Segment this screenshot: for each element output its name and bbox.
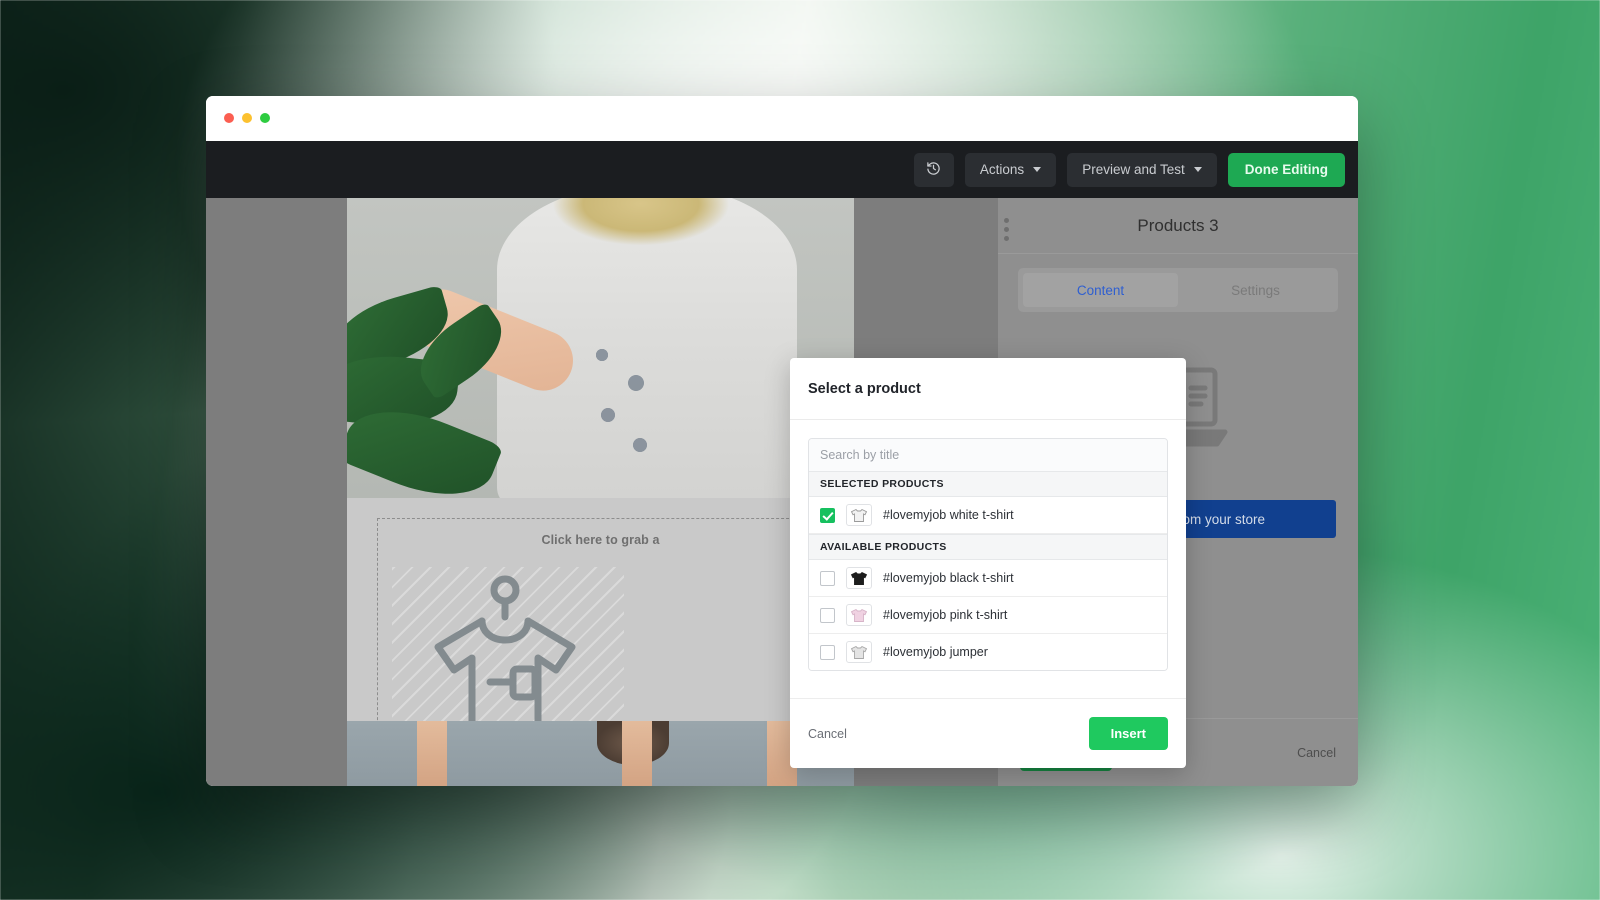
actions-dropdown-button[interactable]: Actions [964,152,1057,187]
chevron-down-icon [1033,167,1042,172]
product-list: SELECTED PRODUCTS #lovemyjob white t-shi… [808,438,1168,671]
app-toolbar: Actions Preview and Test Done Editing [206,141,1358,198]
list-item[interactable]: #lovemyjob white t-shirt [809,497,1167,534]
select-product-modal: Select a product SELECTED PRODUCTS #love… [790,358,1186,768]
list-item[interactable]: #lovemyjob pink t-shirt [809,597,1167,634]
done-editing-label: Done Editing [1244,162,1328,177]
sidebar-cancel-link[interactable]: Cancel [1297,746,1336,760]
history-revert-button[interactable] [913,152,954,187]
modal-body: SELECTED PRODUCTS #lovemyjob white t-shi… [790,420,1186,698]
close-window-button[interactable] [224,113,234,123]
preview-label: Preview and Test [1082,162,1185,177]
modal-header: Select a product [790,358,1186,420]
modal-footer: Cancel Insert [790,698,1186,768]
checkbox-icon[interactable] [820,607,835,623]
photo-lower-band [347,721,854,786]
checkbox-icon[interactable] [820,644,835,660]
drag-dots-icon[interactable] [1004,218,1009,241]
zoom-window-button[interactable] [260,113,270,123]
minimize-window-button[interactable] [242,113,252,123]
cancel-button[interactable]: Cancel [808,727,847,741]
window-titlebar [206,96,1358,141]
dropzone-label: Click here to grab a [541,533,660,547]
tab-content[interactable]: Content [1023,273,1178,307]
sidebar-tabs: Content Settings [1018,268,1338,312]
list-item[interactable]: #lovemyjob black t-shirt [809,560,1167,597]
grey-jumper-thumb [846,641,872,663]
photo-plant [347,284,557,498]
sidebar-header: Products 3 [998,198,1358,254]
list-item-label: #lovemyjob pink t-shirt [883,608,1008,622]
hero-image[interactable] [347,198,854,498]
history-revert-icon [926,161,941,179]
chevron-down-icon [1193,167,1202,172]
list-item-label: #lovemyjob jumper [883,645,988,659]
selected-products-heading: SELECTED PRODUCTS [809,471,1167,497]
checkbox-checked-icon[interactable] [820,507,835,523]
browser-window: Actions Preview and Test Done Editing Cl… [206,96,1358,786]
list-item-label: #lovemyjob white t-shirt [883,508,1014,522]
product-dropzone[interactable]: Click here to grab a [377,518,824,750]
done-editing-button[interactable]: Done Editing [1227,152,1345,187]
insert-button[interactable]: Insert [1088,717,1168,750]
checkbox-icon[interactable] [820,570,835,586]
list-item[interactable]: #lovemyjob jumper [809,634,1167,670]
pink-tshirt-thumb [846,604,872,626]
black-tshirt-thumb [846,567,872,589]
email-sheet: Click here to grab a [347,198,854,786]
photo-beard [597,721,669,765]
page-title: Products 3 [1137,215,1219,235]
available-products-heading: AVAILABLE PRODUCTS [809,534,1167,560]
dropzone-hatching [392,567,624,743]
white-tshirt-thumb [846,504,872,526]
preview-and-test-dropdown-button[interactable]: Preview and Test [1067,152,1217,187]
modal-title: Select a product [808,380,921,397]
actions-label: Actions [979,162,1025,177]
search-input[interactable] [809,439,1167,471]
tab-settings[interactable]: Settings [1178,273,1333,307]
list-item-label: #lovemyjob black t-shirt [883,571,1014,585]
photo-tshirt-print [585,338,671,468]
